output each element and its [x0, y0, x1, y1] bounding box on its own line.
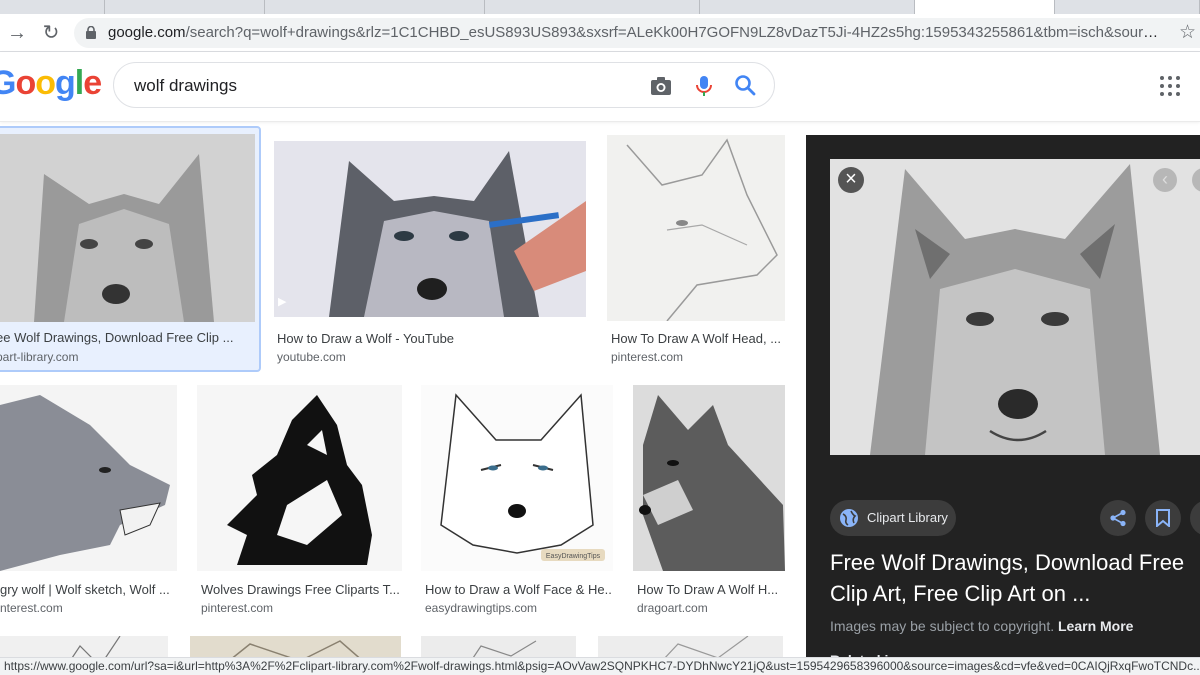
result-thumbnail[interactable] — [633, 385, 785, 571]
result-source[interactable]: pinterest.com — [611, 350, 783, 364]
image-result-card[interactable]: EasyDrawingTips How to Draw a Wolf Face … — [421, 385, 614, 621]
close-icon[interactable]: × — [838, 167, 864, 193]
preview-title[interactable]: Free Wolf Drawings, Download Free Clip A… — [830, 547, 1200, 609]
result-source[interactable]: easydrawingtips.com — [425, 601, 613, 615]
tab-strip — [0, 0, 1200, 14]
search-icon[interactable] — [734, 74, 756, 96]
preview-image[interactable] — [830, 159, 1200, 455]
result-caption[interactable]: How to Draw a Wolf Face & He... — [425, 582, 613, 597]
copyright-text: Images may be subject to copyright. — [830, 618, 1055, 634]
star-icon[interactable]: ☆ — [1179, 21, 1196, 44]
result-thumbnail[interactable] — [0, 134, 255, 322]
browser-tab[interactable] — [105, 0, 265, 14]
image-result-card[interactable]: Wolves Drawings Free Cliparts T... pinte… — [197, 385, 402, 621]
image-result-card[interactable]: How To Draw A Wolf H... dragoart.com — [633, 385, 786, 621]
source-chip[interactable]: Clipart Library — [830, 500, 956, 536]
result-caption[interactable]: ee Wolf Drawings, Download Free Clip ... — [0, 330, 251, 345]
previous-image-icon[interactable]: ‹ — [1153, 168, 1177, 192]
share-button[interactable] — [1100, 500, 1136, 536]
image-result-card[interactable]: ▶ How to Draw a Wolf - YouTube youtube.c… — [274, 141, 586, 371]
source-name: Clipart Library — [867, 510, 948, 525]
result-source[interactable]: youtube.com — [277, 350, 577, 364]
browser-tab[interactable] — [700, 0, 915, 14]
bookmark-icon — [1156, 509, 1170, 527]
image-result-card[interactable]: gry wolf | Wolf sketch, Wolf ... nterest… — [0, 385, 178, 621]
wolf-face-line-art-image: EasyDrawingTips — [421, 385, 613, 571]
search-input[interactable]: wolf drawings — [134, 76, 237, 96]
reload-icon[interactable]: ↻ — [38, 20, 64, 46]
apps-grid-icon[interactable] — [1160, 76, 1180, 96]
url-text[interactable]: google.com/search?q=wolf+drawings&rlz=1C… — [108, 24, 1163, 41]
result-caption[interactable]: Wolves Drawings Free Cliparts T... — [201, 582, 399, 597]
result-thumbnail[interactable] — [607, 135, 785, 321]
share-icon — [1110, 509, 1126, 527]
result-thumbnail[interactable]: EasyDrawingTips — [421, 385, 613, 571]
result-caption[interactable]: How To Draw A Wolf Head, ... — [611, 331, 783, 346]
result-source[interactable]: part-library.com — [0, 350, 251, 364]
result-source[interactable]: pinterest.com — [201, 601, 399, 615]
result-caption[interactable]: gry wolf | Wolf sketch, Wolf ... — [0, 582, 172, 597]
browser-tab[interactable] — [0, 0, 105, 14]
address-bar[interactable]: google.com/search?q=wolf+drawings&rlz=1C… — [74, 18, 1200, 48]
wolf-head-sketch-image — [607, 135, 785, 321]
url-path: /search?q=wolf+drawings&rlz=1C1CHBD_esUS… — [185, 24, 1163, 41]
result-source[interactable]: nterest.com — [0, 601, 172, 615]
browser-toolbar: → ↻ google.com/search?q=wolf+drawings&rl… — [0, 14, 1200, 52]
search-header: Google wolf drawings — [0, 52, 1200, 122]
url-host: google.com — [108, 24, 186, 41]
easydrawingtips-watermark: EasyDrawingTips — [546, 553, 601, 560]
wolf-drawing-video-image — [274, 141, 586, 317]
image-result-card[interactable]: How To Draw A Wolf Head, ... pinterest.c… — [607, 135, 787, 371]
image-result-card[interactable]: ee Wolf Drawings, Download Free Clip ...… — [0, 126, 261, 372]
arrow-right-icon[interactable]: → — [4, 20, 30, 46]
lock-icon — [86, 26, 96, 39]
google-logo[interactable]: Google — [0, 64, 102, 103]
result-caption[interactable]: How To Draw A Wolf H... — [637, 582, 783, 597]
copyright-notice: Images may be subject to copyright. Lear… — [830, 618, 1133, 634]
browser-tab[interactable] — [485, 0, 700, 14]
wolf-sketch-image — [0, 134, 255, 322]
globe-icon — [840, 509, 858, 527]
image-results-grid: ee Wolf Drawings, Download Free Clip ...… — [0, 122, 805, 675]
result-thumbnail[interactable] — [197, 385, 402, 571]
learn-more-link[interactable]: Learn More — [1058, 618, 1133, 634]
play-icon[interactable]: ▶ — [278, 295, 298, 315]
more-button[interactable] — [1190, 500, 1200, 536]
save-button[interactable] — [1145, 500, 1181, 536]
wolf-profile-drawing-image — [633, 385, 785, 571]
result-caption[interactable]: How to Draw a Wolf - YouTube — [277, 331, 577, 346]
camera-icon[interactable] — [649, 74, 673, 98]
mic-icon[interactable] — [694, 74, 714, 98]
browser-tab[interactable] — [1055, 0, 1200, 14]
search-box[interactable]: wolf drawings — [113, 62, 775, 108]
result-thumbnail[interactable]: ▶ — [274, 141, 586, 317]
result-source[interactable]: dragoart.com — [637, 601, 783, 615]
image-preview-panel: × ‹ › Clipart Library Free Wolf Drawings… — [806, 135, 1200, 675]
howling-wolf-clipart-image — [197, 385, 402, 571]
browser-tab-active[interactable] — [915, 0, 1055, 14]
status-bar-url: https://www.google.com/url?sa=i&url=http… — [0, 657, 1200, 675]
wolf-face-sketch-image — [830, 159, 1200, 455]
angry-wolf-sketch-image — [0, 385, 177, 571]
result-thumbnail[interactable] — [0, 385, 177, 571]
browser-tab[interactable] — [265, 0, 485, 14]
